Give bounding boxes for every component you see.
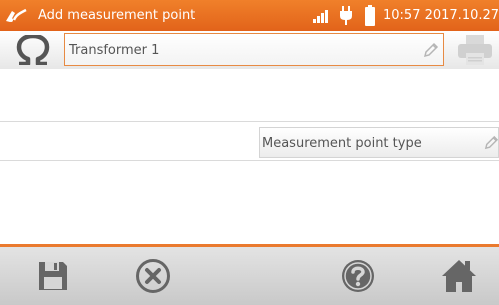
omega-icon <box>16 35 49 65</box>
pencil-icon[interactable] <box>422 42 439 59</box>
help-button[interactable] <box>335 247 381 305</box>
measurement-point-type-field[interactable]: Measurement point type <box>259 127 499 158</box>
object-name-field[interactable]: Transformer 1 <box>64 33 444 66</box>
battery-icon <box>365 5 375 26</box>
divider <box>0 160 499 161</box>
status-clock: 10:57 2017.10.27 <box>383 8 499 23</box>
cancel-button[interactable] <box>130 247 176 305</box>
title-bar: Add measurement point 10:57 2017.10.27 <box>0 0 499 31</box>
save-icon <box>39 262 67 290</box>
plug-icon <box>340 6 352 25</box>
signal-strength-icon <box>313 10 328 23</box>
save-button[interactable] <box>30 247 76 305</box>
bottom-toolbar <box>0 247 499 305</box>
object-row: Transformer 1 <box>0 31 499 69</box>
help-icon <box>342 260 374 292</box>
omega-button[interactable] <box>5 33 60 67</box>
window-title: Add measurement point <box>38 8 196 23</box>
pencil-icon[interactable] <box>483 135 499 151</box>
printer-icon[interactable] <box>455 33 495 67</box>
divider <box>0 121 499 122</box>
home-icon <box>442 260 476 292</box>
cancel-icon <box>136 259 170 293</box>
meter-probe-icon <box>6 8 27 22</box>
object-name-value: Transformer 1 <box>69 43 160 58</box>
measurement-point-type-label: Measurement point type <box>262 136 422 151</box>
home-button[interactable] <box>436 247 482 305</box>
